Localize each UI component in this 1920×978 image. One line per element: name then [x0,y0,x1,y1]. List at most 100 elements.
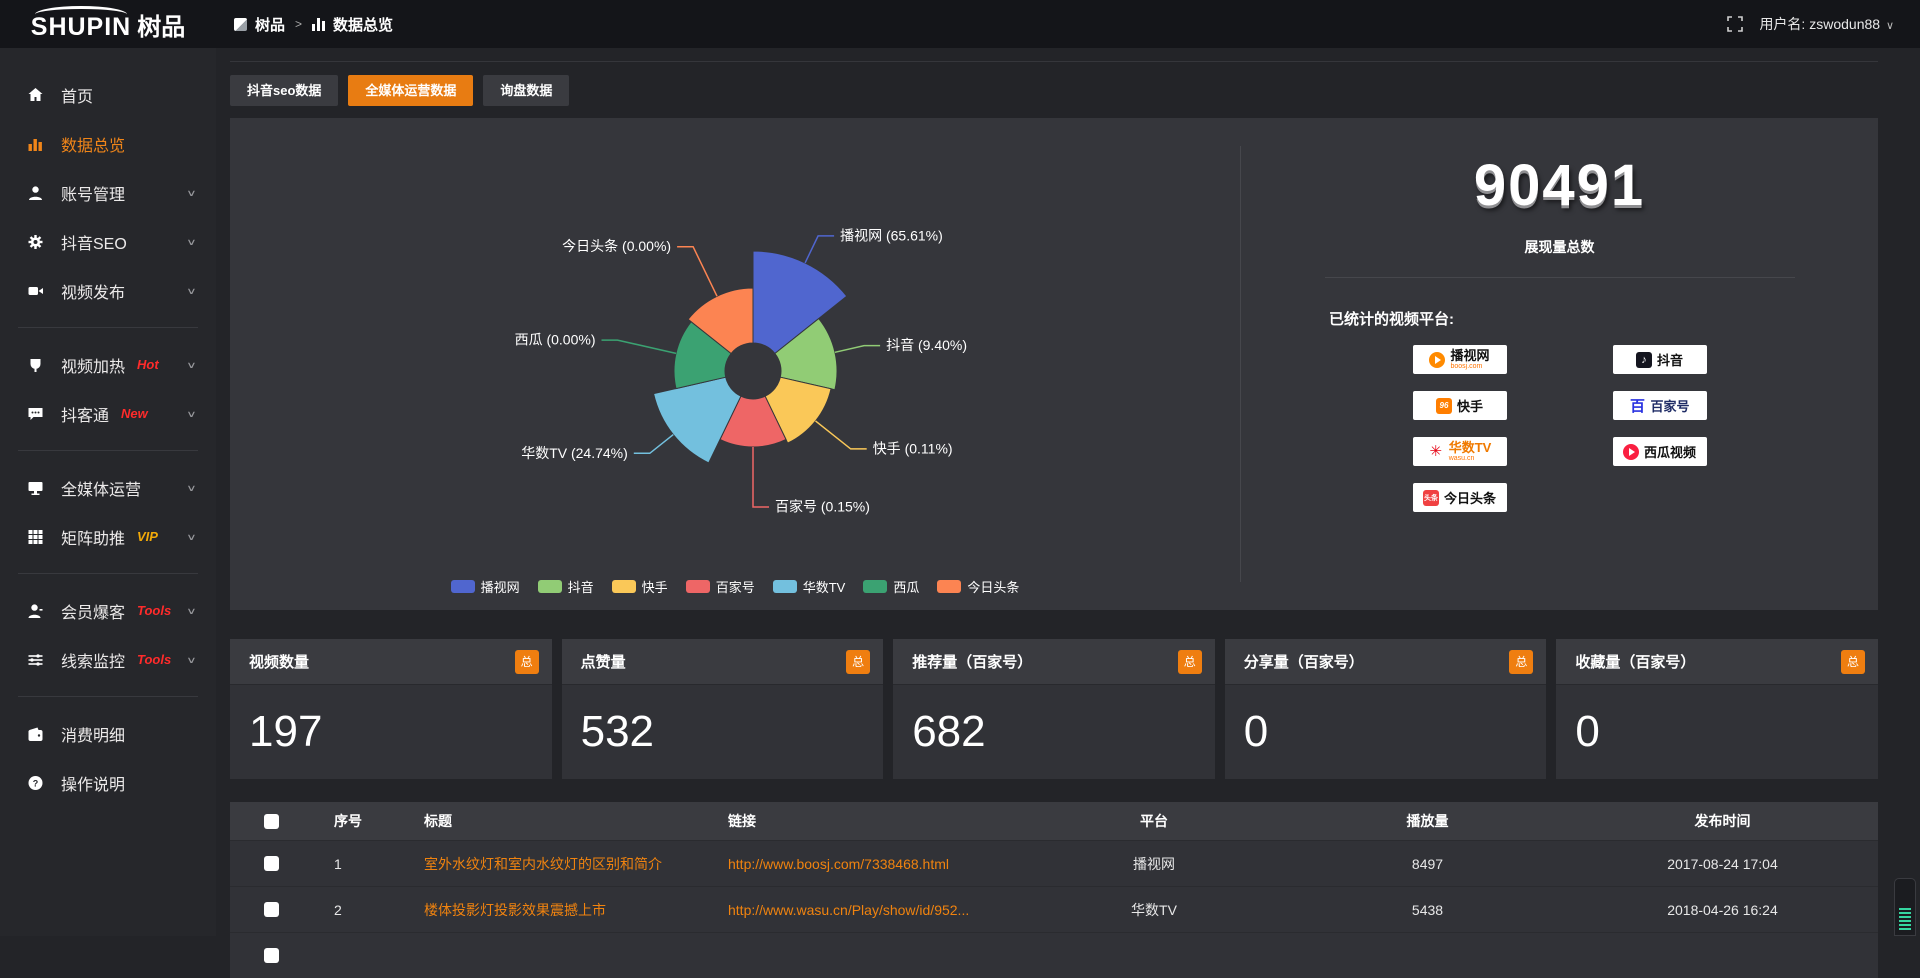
pie-label: 抖音 (9.40%) [886,337,967,353]
widget-stripes-icon [1899,908,1911,930]
tab-inquiry-data[interactable]: 询盘数据 [483,75,569,106]
total-impressions-value: 90491 [1474,152,1645,219]
cell-num: 1 [312,856,394,872]
cell-url-link[interactable]: http://www.boosj.com/7338468.html [714,856,1020,872]
question-circle-icon: ? [27,774,46,791]
col-header-num: 序号 [312,811,394,831]
username-label[interactable]: 用户名: zswodun88 ∨ [1759,14,1894,34]
pie-label: 百家号 (0.15%) [775,499,870,515]
breadcrumb-root[interactable]: 树品 [255,14,285,35]
chevron-down-icon: ∨ [186,482,197,493]
card-value: 0 [1556,685,1878,757]
breadcrumb-current[interactable]: 数据总览 [333,14,393,35]
fullscreen-icon[interactable] [1727,16,1743,32]
monitor-icon [27,479,46,496]
sidebar-item-lead-monitor[interactable]: 线索监控 Tools ∨ [0,635,216,684]
platform-badge-wasu[interactable]: ✳ 华数TVwasu.cn [1413,437,1507,466]
sidebar-item-omni-media[interactable]: 全媒体运营 ∨ [0,463,216,512]
sidebar-item-label: 矩阵助推 [61,525,125,549]
row-checkbox[interactable] [264,948,279,963]
row-checkbox[interactable] [264,902,279,917]
platform-subtext: wasu.cn [1449,455,1475,462]
cell-plays: 5438 [1288,902,1567,918]
chevron-down-icon: ∨ [186,408,197,419]
sidebar-item-video-heat[interactable]: 视频加热 Hot ∨ [0,340,216,389]
sidebar-item-matrix-boost[interactable]: 矩阵助推 VIP ∨ [0,512,216,561]
card-value: 682 [893,685,1215,757]
platform-name: 百家号 [1650,396,1689,415]
sidebar-item-douyin-seo[interactable]: 抖音SEO ∨ [0,217,216,266]
sidebar-divider [18,573,198,574]
platform-badge-douyin[interactable]: ♪ 抖音 [1613,345,1707,374]
platform-badge-boosj[interactable]: 播视网boosj.com [1413,345,1507,374]
cell-title-link[interactable]: 室外水纹灯和室内水纹灯的区别和简介 [394,854,714,874]
select-all-checkbox[interactable] [264,814,279,829]
pie-slice-华数TV[interactable] [654,377,741,463]
total-badge[interactable]: 总 [1178,650,1202,674]
new-tag: New [121,406,148,421]
platform-name: 西瓜视频 [1644,442,1696,461]
chevron-down-icon: ∨ [186,236,197,247]
cell-platform: 华数TV [1020,900,1288,920]
cell-time: 2017-08-24 17:04 [1567,856,1878,872]
pie-chart-svg[interactable]: 播视网 (65.61%)抖音 (9.40%)快手 (0.11%)百家号 (0.1… [230,118,1240,610]
legend-item-西瓜[interactable]: 西瓜 [863,577,919,596]
chevron-down-icon: ∨ [186,531,197,542]
sidebar-item-video-publish[interactable]: 视频发布 ∨ [0,266,216,315]
legend-item-抖音[interactable]: 抖音 [538,577,594,596]
tab-douyin-seo-data[interactable]: 抖音seo数据 [230,75,338,106]
pie-label: 播视网 (65.61%) [840,227,943,243]
chevron-down-icon: ∨ [186,187,197,198]
card-value: 197 [230,685,552,757]
cell-url-link[interactable]: http://www.wasu.cn/Play/show/id/952... [714,902,1020,918]
legend-item-播视网[interactable]: 播视网 [451,577,520,596]
legend-item-快手[interactable]: 快手 [612,577,668,596]
sidebar-item-member-burst[interactable]: 会员爆客 Tools ∨ [0,586,216,635]
sidebar-item-spend-detail[interactable]: 消费明细 [0,709,216,758]
platform-badge-kuaishou[interactable]: 96 快手 [1413,391,1507,420]
table-row: 2 楼体投影灯投影效果震撼上市 http://www.wasu.cn/Play/… [230,886,1878,932]
pie-label-line [835,346,880,353]
tab-omni-media-data[interactable]: 全媒体运营数据 [348,75,473,106]
pie-label-line [805,236,834,263]
sidebar-divider [18,696,198,697]
sidebar-item-home[interactable]: 首页 [0,70,216,119]
pie-label-line [753,447,769,507]
sidebar-item-doketong[interactable]: 抖客通 New ∨ [0,389,216,438]
card-video-count: 视频数量总 197 [230,639,552,779]
legend-item-百家号[interactable]: 百家号 [686,577,755,596]
platform-badge-baijiahao[interactable]: 百 百家号 [1613,391,1707,420]
cell-title-link[interactable]: 楼体投影灯投影效果震撼上市 [394,900,714,920]
legend-item-华数TV[interactable]: 华数TV [773,577,846,596]
top-header: SHUPIN 树品 树品 > 数据总览 用户名: zswodun88 ∨ [0,0,1920,48]
row-checkbox[interactable] [264,856,279,871]
app-logo[interactable]: SHUPIN 树品 [0,7,216,42]
tools-tag: Tools [137,603,171,618]
sidebar-item-help[interactable]: ? 操作说明 [0,758,216,807]
video-table: 序号 标题 链接 平台 播放量 发布时间 1 室外水纹灯和室内水纹灯的区别和简介… [230,802,1878,978]
platform-badge-xigua[interactable]: 西瓜视频 [1613,437,1707,466]
xigua-play-icon [1623,444,1639,460]
legend-item-今日头条[interactable]: 今日头条 [937,577,1019,596]
sidebar-divider [18,327,198,328]
home-icon [27,86,46,103]
total-badge[interactable]: 总 [515,650,539,674]
card-label: 推荐量（百家号） [912,651,1032,672]
col-header-title: 标题 [394,811,714,831]
pie-label-line [634,435,674,454]
overview-panel: 播视网 (65.61%)抖音 (9.40%)快手 (0.11%)百家号 (0.1… [230,118,1878,610]
platform-badge-toutiao[interactable]: 头条 今日头条 [1413,483,1507,512]
total-badge[interactable]: 总 [1841,650,1865,674]
wasu-star-icon: ✳ [1428,444,1444,460]
sidebar-item-label: 线索监控 [61,648,125,672]
card-label: 点赞量 [581,651,626,672]
total-badge[interactable]: 总 [846,650,870,674]
sidebar-item-accounts[interactable]: 账号管理 ∨ [0,168,216,217]
sidebar-item-label: 视频加热 [61,353,125,377]
pie-label: 今日头条 (0.00%) [562,238,671,254]
kuaishou-icon: 96 [1436,398,1452,414]
chevron-down-icon: ∨ [186,285,197,296]
total-badge[interactable]: 总 [1509,650,1533,674]
floating-scroll-widget[interactable] [1894,878,1916,936]
sidebar-item-data-overview[interactable]: 数据总览 [0,119,216,168]
